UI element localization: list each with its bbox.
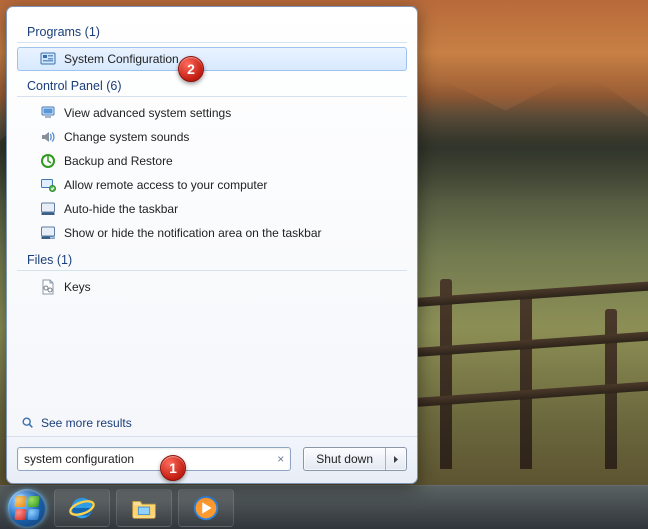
search-results: Programs (1) System Configuration Contro… <box>7 7 417 410</box>
shutdown-button[interactable]: Shut down <box>304 448 386 470</box>
annotation-bubble-2: 2 <box>178 56 204 82</box>
result-remote-access[interactable]: Allow remote access to your computer <box>17 173 407 197</box>
start-menu-footer: × Shut down <box>7 436 417 483</box>
result-system-configuration[interactable]: System Configuration <box>17 47 407 71</box>
taskbar <box>0 485 648 529</box>
group-header-files: Files (1) <box>17 247 407 271</box>
taskbar-internet-explorer[interactable] <box>54 489 110 527</box>
shutdown-menu-arrow[interactable] <box>386 448 406 470</box>
wmp-icon <box>191 493 221 523</box>
windows-orb-icon <box>8 489 46 527</box>
clear-search-button[interactable]: × <box>275 451 286 467</box>
wallpaper-fence <box>400 249 648 469</box>
result-backup-restore[interactable]: Backup and Restore <box>17 149 407 173</box>
see-more-label: See more results <box>41 416 132 430</box>
result-label: Keys <box>64 280 91 294</box>
msconfig-icon <box>40 51 56 67</box>
result-label: Allow remote access to your computer <box>64 178 267 192</box>
see-more-results[interactable]: See more results <box>7 410 417 436</box>
search-icon <box>21 416 35 430</box>
computer-icon <box>40 105 56 121</box>
taskbar-file-explorer[interactable] <box>116 489 172 527</box>
result-system-sounds[interactable]: Change system sounds <box>17 125 407 149</box>
group-header-controlpanel: Control Panel (6) <box>17 73 407 97</box>
remote-icon <box>40 177 56 193</box>
start-menu-panel: Programs (1) System Configuration Contro… <box>6 6 418 484</box>
tray-icon <box>40 225 56 241</box>
result-autohide-taskbar[interactable]: Auto-hide the taskbar <box>17 197 407 221</box>
folder-icon <box>129 493 159 523</box>
speaker-icon <box>40 129 56 145</box>
result-label: Backup and Restore <box>64 154 173 168</box>
shutdown-split-button[interactable]: Shut down <box>303 447 407 471</box>
annotation-bubble-1: 1 <box>160 455 186 481</box>
taskbar-media-player[interactable] <box>178 489 234 527</box>
result-advanced-system-settings[interactable]: View advanced system settings <box>17 101 407 125</box>
search-input[interactable] <box>18 452 290 466</box>
result-file-keys[interactable]: Keys <box>17 275 407 299</box>
result-label: Change system sounds <box>64 130 189 144</box>
backup-icon <box>40 153 56 169</box>
taskbar-icon <box>40 201 56 217</box>
result-label: Auto-hide the taskbar <box>64 202 178 216</box>
search-box[interactable]: × <box>17 447 291 471</box>
result-label: System Configuration <box>64 52 179 66</box>
ini-file-icon <box>40 279 56 295</box>
start-button[interactable] <box>4 486 50 529</box>
result-label: Show or hide the notification area on th… <box>64 226 322 240</box>
result-notification-area[interactable]: Show or hide the notification area on th… <box>17 221 407 245</box>
result-label: View advanced system settings <box>64 106 231 120</box>
group-header-programs: Programs (1) <box>17 19 407 43</box>
ie-icon <box>67 493 97 523</box>
